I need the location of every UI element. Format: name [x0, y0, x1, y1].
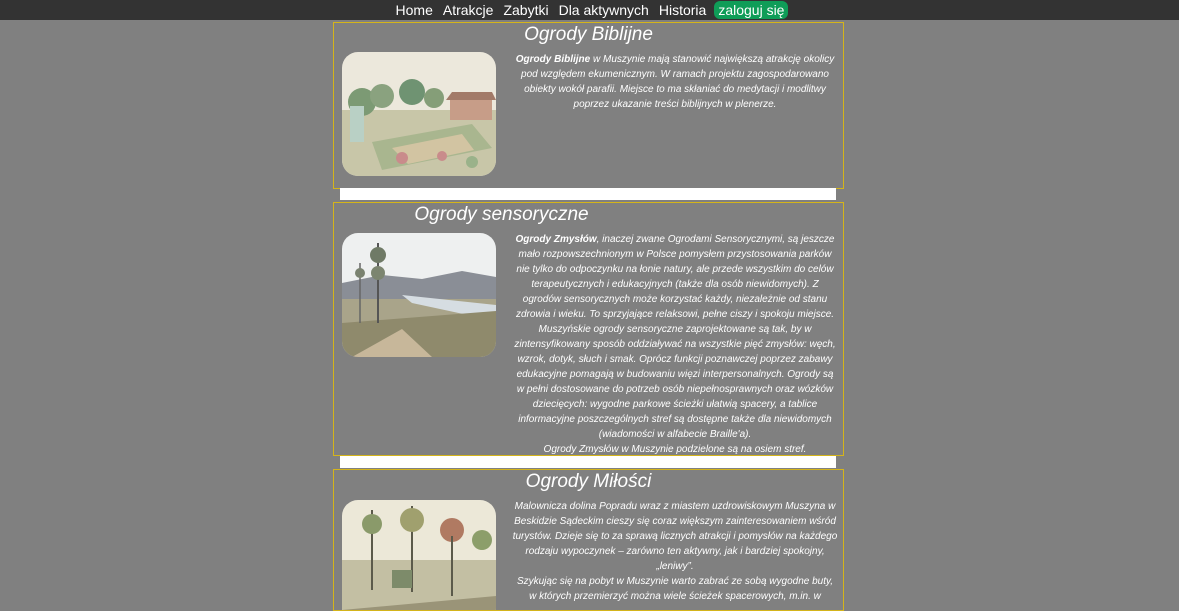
card-body-2: Szykując się na pobyt w Muszynie warto z… [516, 576, 834, 602]
card-title: Ogrody sensoryczne [414, 204, 589, 225]
card-body: , inaczej zwane Ogrodami Sensorycznymi, … [514, 234, 836, 440]
card-lead: Ogrody Biblijne [515, 54, 591, 65]
card-body-2: Ogrody Zmysłów w Muszynie podzielone są … [543, 444, 807, 455]
nav-zabytki-link[interactable]: Zabytki [498, 0, 553, 20]
attraction-card-biblical-gardens: Ogrody Biblijne Ogrody Biblijne w Muszyn… [333, 22, 844, 189]
attraction-card-sensory-gardens: Ogrody sensoryczne Ogrody Zmysłów, inacz… [333, 202, 844, 456]
card-description: Ogrody Zmysłów, inaczej zwane Ogrodami S… [512, 232, 838, 455]
garden-sketch-image [342, 52, 496, 176]
card-lead: Ogrody Zmysłów [515, 234, 597, 245]
garden-sketch-image [342, 500, 496, 610]
card-body: Malownicza dolina Popradu wraz z miastem… [512, 501, 838, 572]
card-description: Ogrody Biblijne w Muszynie mają stanowić… [512, 52, 838, 112]
nav-historia-link[interactable]: Historia [654, 0, 711, 20]
card-description: Malownicza dolina Popradu wraz z miastem… [512, 499, 838, 604]
nav-atrakcje-link[interactable]: Atrakcje [438, 0, 499, 20]
top-navbar: Home Atrakcje Zabytki Dla aktywnych Hist… [0, 0, 1179, 20]
card-divider [340, 456, 836, 468]
nav-home-link[interactable]: Home [391, 0, 438, 20]
card-divider [340, 188, 836, 200]
garden-sketch-image [342, 233, 496, 357]
nav-dla-aktywnych-link[interactable]: Dla aktywnych [554, 0, 654, 20]
card-title: Ogrody Miłości [525, 471, 652, 492]
card-title: Ogrody Biblijne [524, 24, 653, 45]
login-button[interactable]: zaloguj się [714, 1, 789, 19]
attraction-card-love-gardens: Ogrody Miłości Malownicza dolina Popradu… [333, 469, 844, 611]
